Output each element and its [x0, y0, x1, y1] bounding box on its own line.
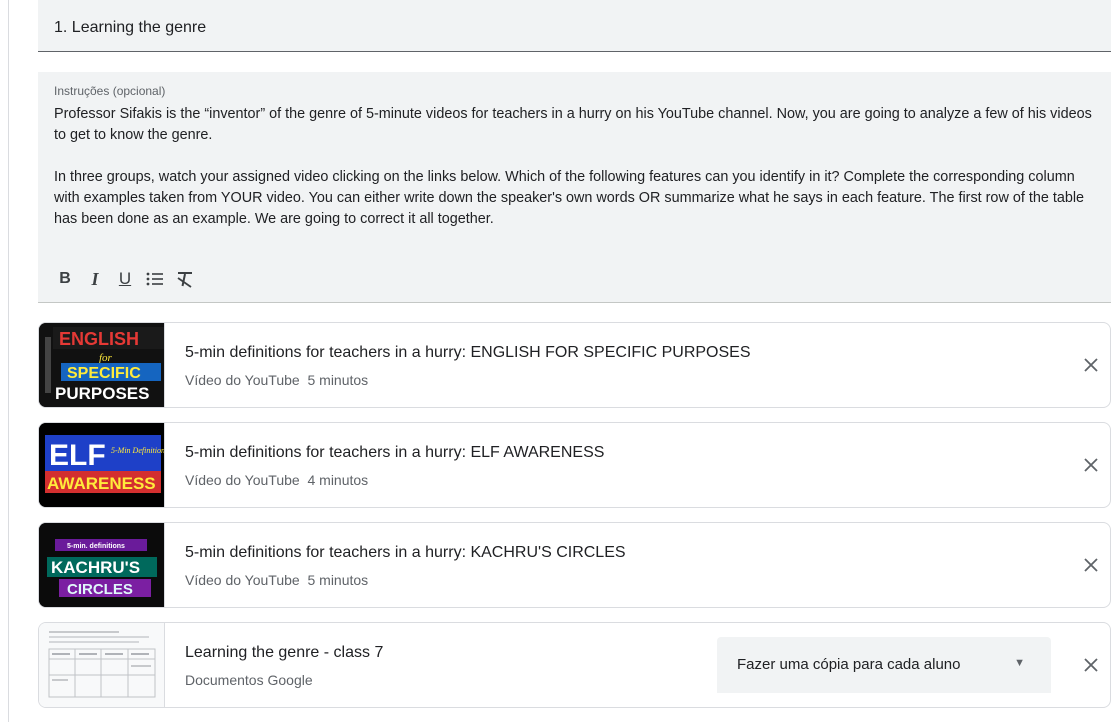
- close-icon: [1084, 558, 1098, 572]
- attachment-google-doc[interactable]: Learning the genre - class 7 Documentos …: [38, 622, 1111, 708]
- attachment-title[interactable]: 5-min definitions for teachers in a hurr…: [185, 444, 604, 462]
- thumb-kachru-line1: 5-min. definitions: [67, 543, 125, 550]
- clear-formatting-icon: [177, 272, 192, 288]
- attachment-title[interactable]: 5-min definitions for teachers in a hurr…: [185, 344, 751, 362]
- chevron-down-icon: ▼: [1014, 657, 1025, 669]
- thumb-esp-line1: ENGLISH: [59, 329, 139, 349]
- attachments-list: ENGLISH for SPECIFIC PURPOSES 5-min defi…: [38, 322, 1111, 722]
- bulleted-list-button[interactable]: [142, 266, 168, 292]
- attachment-title[interactable]: 5-min definitions for teachers in a hurr…: [185, 544, 626, 562]
- thumb-elf-line1: ELF: [49, 439, 106, 472]
- instructions-paragraph-2: In three groups, watch your assigned vid…: [54, 169, 1085, 227]
- instructions-field[interactable]: Instruções (opcional) Professor Sifakis …: [38, 72, 1111, 303]
- close-icon: [1084, 658, 1098, 672]
- bulleted-list-icon: [146, 272, 163, 286]
- formatting-toolbar: B I U: [52, 266, 202, 292]
- assignment-title: 1. Learning the genre: [54, 19, 207, 36]
- document-thumbnail: [39, 623, 165, 707]
- video-thumbnail-elf: ELF 5-Min Definitions AWARENESS: [39, 423, 165, 507]
- thumb-esp-line3: SPECIFIC: [67, 365, 141, 382]
- instructions-paragraph-1: Professor Sifakis is the “inventor” of t…: [54, 106, 1092, 143]
- thumb-esp-line2: for: [99, 352, 113, 364]
- close-icon: [1084, 458, 1098, 472]
- attachment-youtube-esp[interactable]: ENGLISH for SPECIFIC PURPOSES 5-min defi…: [38, 322, 1111, 408]
- remove-attachment-button[interactable]: [1078, 352, 1104, 378]
- video-thumbnail-esp: ENGLISH for SPECIFIC PURPOSES: [39, 323, 165, 407]
- left-divider: [8, 0, 9, 722]
- attachment-meta: Documentos Google: [185, 672, 313, 688]
- instructions-label: Instruções (opcional): [54, 84, 166, 98]
- thumb-elf-line2: 5-Min Definitions: [111, 446, 165, 455]
- attachment-youtube-elf[interactable]: ELF 5-Min Definitions AWARENESS 5-min de…: [38, 422, 1111, 508]
- bold-button[interactable]: B: [52, 266, 78, 292]
- share-mode-dropdown[interactable]: Fazer uma cópia para cada aluno ▼: [717, 637, 1051, 693]
- remove-attachment-button[interactable]: [1078, 452, 1104, 478]
- thumb-kachru-line3: CIRCLES: [67, 581, 133, 598]
- instructions-text[interactable]: Professor Sifakis is the “inventor” of t…: [54, 104, 1104, 251]
- attachment-meta: Vídeo do YouTube 5 minutos: [185, 372, 369, 388]
- clear-formatting-button[interactable]: [172, 266, 198, 292]
- video-thumbnail-kachru: 5-min. definitions KACHRU'S CIRCLES: [39, 523, 165, 607]
- attachment-meta: Vídeo do YouTube 4 minutos: [185, 472, 369, 488]
- thumb-elf-line3: AWARENESS: [47, 474, 156, 493]
- thumb-kachru-line2: KACHRU'S: [51, 558, 140, 577]
- remove-attachment-button[interactable]: [1078, 652, 1104, 678]
- assignment-title-field[interactable]: 1. Learning the genre: [38, 0, 1111, 52]
- share-mode-value: Fazer uma cópia para cada aluno: [737, 656, 961, 673]
- attachment-youtube-kachru[interactable]: 5-min. definitions KACHRU'S CIRCLES 5-mi…: [38, 522, 1111, 608]
- attachment-meta: Vídeo do YouTube 5 minutos: [185, 572, 369, 588]
- underline-button[interactable]: U: [112, 266, 138, 292]
- attachment-title[interactable]: Learning the genre - class 7: [185, 644, 383, 662]
- remove-attachment-button[interactable]: [1078, 552, 1104, 578]
- thumb-esp-line4: PURPOSES: [55, 384, 149, 403]
- close-icon: [1084, 358, 1098, 372]
- italic-button[interactable]: I: [82, 266, 108, 292]
